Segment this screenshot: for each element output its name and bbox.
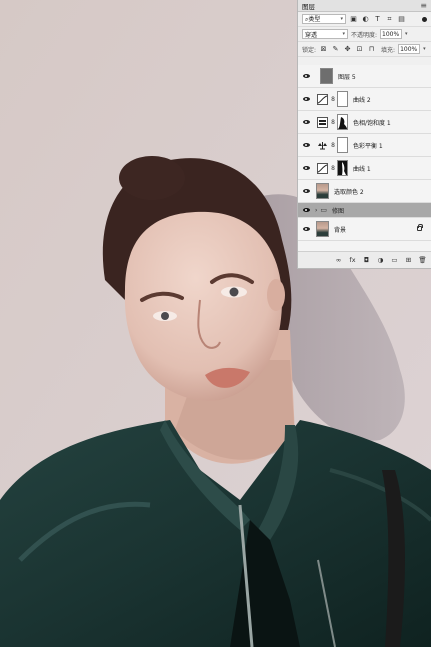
blend-row: 穿透 ▾ 不透明度: 100% ▾ xyxy=(298,27,431,42)
panel-menu-icon[interactable]: ≡ xyxy=(420,1,427,10)
new-adjustment-icon[interactable]: ◑ xyxy=(376,256,385,264)
lock-icon xyxy=(417,224,423,231)
panel-footer: ∞ fx ◘ ◑ ▭ ⊞ 🗑 xyxy=(298,251,431,268)
chevron-right-icon[interactable]: › xyxy=(315,207,317,214)
layers-list: 图层 5 8 曲线 2 8 色相/饱和度 1 8 色彩平衡 1 8 曲线 1 选… xyxy=(298,65,431,251)
layer-row[interactable]: 8 曲线 1 xyxy=(298,157,431,180)
panel-header: 图层 ≡ xyxy=(298,0,431,12)
hue-saturation-adjustment-icon xyxy=(316,116,329,129)
link-icon[interactable]: 8 xyxy=(329,119,337,126)
layer-row[interactable]: 背景 xyxy=(298,218,431,241)
opacity-slider-icon[interactable]: ▾ xyxy=(405,31,408,37)
layer-thumbnail xyxy=(316,183,329,199)
layer-row[interactable]: 选取颜色 2 xyxy=(298,180,431,203)
lock-all-icon[interactable]: ⊓ xyxy=(367,45,376,54)
link-icon[interactable]: ∞ xyxy=(334,256,343,264)
type-filter-icon[interactable]: T xyxy=(373,15,382,24)
fill-label: 填充: xyxy=(381,46,396,54)
add-mask-icon[interactable]: ◘ xyxy=(362,256,371,264)
layer-mask-thumbnail xyxy=(337,137,348,153)
lock-transparency-icon[interactable]: ⊠ xyxy=(319,45,328,54)
visibility-eye-icon[interactable] xyxy=(298,120,314,124)
fill-slider-icon[interactable]: ▾ xyxy=(423,46,426,52)
visibility-eye-icon[interactable] xyxy=(298,143,314,147)
visibility-eye-icon[interactable] xyxy=(298,189,314,193)
link-icon[interactable]: 8 xyxy=(329,96,337,103)
visibility-eye-icon[interactable] xyxy=(298,74,314,78)
layer-group-row[interactable]: › ▭ 修图 xyxy=(298,203,431,218)
layer-thumbnail xyxy=(316,221,329,237)
adjustment-filter-icon[interactable]: ◐ xyxy=(361,15,370,24)
layer-row[interactable]: 8 色彩平衡 1 xyxy=(298,134,431,157)
visibility-eye-icon[interactable] xyxy=(298,97,314,101)
shape-filter-icon[interactable]: ⌗ xyxy=(385,15,394,24)
layers-tab[interactable]: 图层 xyxy=(302,1,315,11)
visibility-eye-icon[interactable] xyxy=(298,208,314,212)
blend-mode-select[interactable]: 穿透 ▾ xyxy=(302,29,348,39)
face xyxy=(124,211,282,401)
layer-name[interactable]: 修图 xyxy=(332,206,344,215)
filter-kind-label: 类型 xyxy=(308,16,321,23)
lock-position-icon[interactable]: ✥ xyxy=(343,45,352,54)
blend-mode-value: 穿透 xyxy=(305,31,318,39)
opacity-label: 不透明度: xyxy=(351,31,378,39)
curves-adjustment-icon xyxy=(316,162,329,175)
layer-mask-thumbnail xyxy=(337,160,348,176)
filter-kind-select[interactable]: ⌕类型 ▾ xyxy=(302,14,346,24)
visibility-eye-icon[interactable] xyxy=(298,227,314,231)
image-filter-icon[interactable]: ▣ xyxy=(349,15,358,24)
layer-name[interactable]: 曲线 2 xyxy=(353,95,371,104)
lock-label: 锁定: xyxy=(302,46,317,54)
chevron-down-icon: ▾ xyxy=(340,16,343,22)
filter-row: ⌕类型 ▾ ▣ ◐ T ⌗ ▤ xyxy=(298,12,431,27)
layer-name[interactable]: 色相/饱和度 1 xyxy=(353,118,391,127)
layer-row[interactable]: 8 曲线 2 xyxy=(298,88,431,111)
layer-name[interactable]: 选取颜色 2 xyxy=(334,187,364,196)
link-icon[interactable]: 8 xyxy=(329,142,337,149)
layer-row[interactable]: 8 色相/饱和度 1 xyxy=(298,111,431,134)
layer-mask-thumbnail xyxy=(337,114,348,130)
curves-adjustment-icon xyxy=(316,93,329,106)
chevron-down-icon: ▾ xyxy=(342,31,345,37)
link-icon[interactable]: 8 xyxy=(329,165,337,172)
layer-name[interactable]: 图层 5 xyxy=(338,72,356,81)
layer-mask-thumbnail xyxy=(337,91,348,107)
fx-icon[interactable]: fx xyxy=(348,256,357,264)
fill-input[interactable]: 100% xyxy=(398,44,421,54)
opacity-input[interactable]: 100% xyxy=(380,29,403,39)
new-layer-icon[interactable]: ⊞ xyxy=(404,256,413,264)
layer-row[interactable]: 图层 5 xyxy=(298,65,431,88)
visibility-eye-icon[interactable] xyxy=(298,166,314,170)
lock-artboard-icon[interactable]: ⊡ xyxy=(355,45,364,54)
lock-row: 锁定: ⊠ ✎ ✥ ⊡ ⊓ 填充: 100% ▾ xyxy=(298,42,431,57)
color-balance-adjustment-icon xyxy=(316,139,329,152)
hair-bun xyxy=(119,156,185,200)
layer-name[interactable]: 曲线 1 xyxy=(353,164,371,173)
smart-object-filter-icon[interactable]: ▤ xyxy=(397,15,406,24)
filter-toggle-icon[interactable] xyxy=(422,16,427,22)
delete-icon[interactable]: 🗑 xyxy=(418,256,427,264)
layer-name[interactable]: 色彩平衡 1 xyxy=(353,141,383,150)
folder-icon: ▭ xyxy=(320,206,328,214)
layers-panel: 图层 ≡ ⌕类型 ▾ ▣ ◐ T ⌗ ▤ 穿透 ▾ 不透明度: 100% ▾ 锁… xyxy=(297,0,431,269)
lock-image-icon[interactable]: ✎ xyxy=(331,45,340,54)
layer-thumbnail xyxy=(320,68,333,84)
layer-name[interactable]: 背景 xyxy=(334,225,346,234)
new-group-icon[interactable]: ▭ xyxy=(390,256,399,264)
